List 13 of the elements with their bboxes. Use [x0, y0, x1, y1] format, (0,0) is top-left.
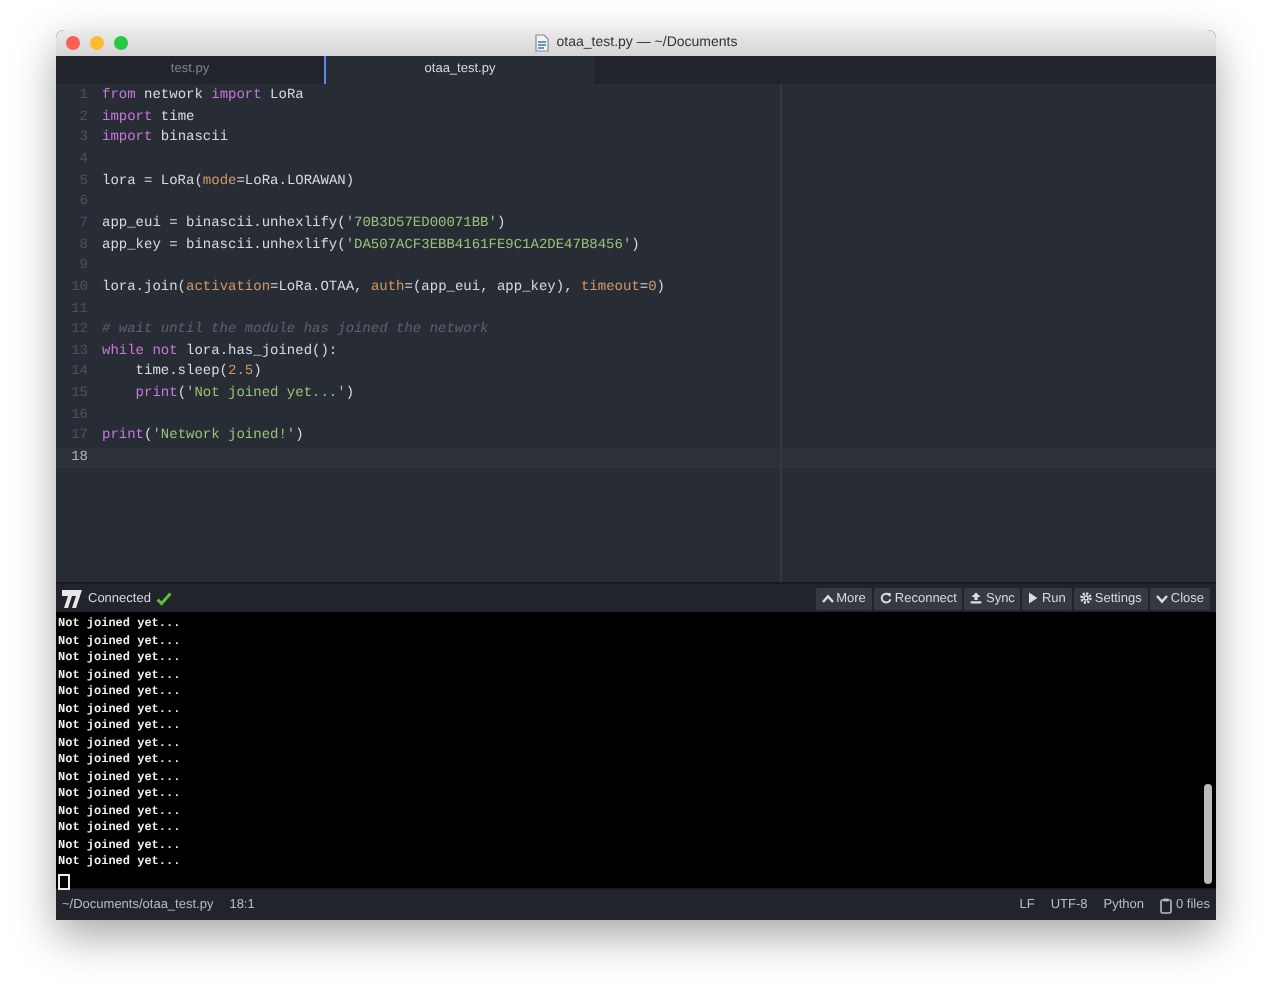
logo-icon [62, 589, 82, 608]
caret-down-icon [1155, 593, 1168, 604]
caret-up-icon [821, 593, 834, 604]
gear-icon [1079, 592, 1092, 605]
file-icon [534, 33, 551, 52]
clipboard-icon [1160, 897, 1173, 914]
zoom-window-button[interactable] [114, 35, 128, 50]
scrollbar-thumb[interactable] [1204, 784, 1212, 885]
play-icon [1028, 592, 1039, 605]
minimize-window-button[interactable] [90, 35, 104, 50]
close-window-button[interactable] [66, 35, 80, 50]
upload-icon [970, 592, 983, 605]
refresh-icon [879, 592, 892, 605]
